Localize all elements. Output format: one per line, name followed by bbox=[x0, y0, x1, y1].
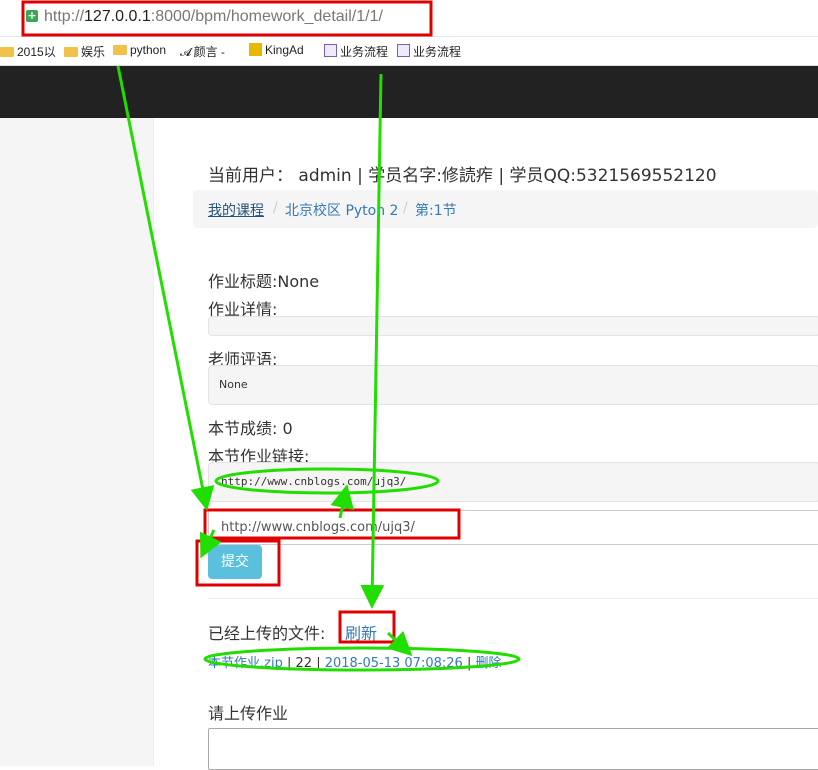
uploaded-file-size: 22 bbox=[295, 656, 313, 671]
bookmark-2015[interactable]: 2015以 bbox=[0, 43, 56, 60]
address-bar[interactable]: + http://127.0.0.1:8000/bpm/homework_det… bbox=[0, 0, 818, 37]
user-info: 当前用户： admin | 学员名字:修読痄 | 学员QQ:5321569552… bbox=[208, 166, 717, 186]
teacher-comment-value: None bbox=[219, 378, 248, 391]
folder-icon bbox=[64, 47, 78, 57]
bookmark-kingad[interactable]: KingAd bbox=[249, 43, 304, 57]
submit-button[interactable]: 提交 bbox=[208, 545, 262, 579]
bookmarks-bar: 2015以 娱乐 python 𝓐 颜言 - KingAd 业务流程 业务流程 bbox=[0, 37, 818, 66]
breadcrumb-lesson[interactable]: 第:1节 bbox=[415, 200, 457, 220]
bookmark-workflow-2[interactable]: 业务流程 bbox=[397, 43, 461, 60]
breadcrumb-separator: / bbox=[403, 200, 408, 216]
site-icon: 𝓐 bbox=[180, 45, 192, 59]
refresh-link[interactable]: 刷新 bbox=[345, 620, 377, 644]
teacher-comment-box: None bbox=[208, 365, 818, 405]
url-text[interactable]: http://127.0.0.1:8000/bpm/homework_detai… bbox=[44, 8, 383, 26]
kingad-icon bbox=[249, 43, 262, 56]
delete-link[interactable]: 删除 bbox=[475, 656, 501, 671]
bookmark-workflow-1[interactable]: 业务流程 bbox=[324, 43, 388, 60]
divider bbox=[208, 598, 818, 599]
breadcrumb-course[interactable]: 北京校区 Pyton 2 bbox=[285, 200, 398, 220]
lesson-score: 本节成绩: 0 bbox=[208, 419, 293, 438]
bookmark-python[interactable]: python bbox=[113, 43, 166, 57]
homework-link-input[interactable]: http://www.cnblogs.com/ujq3/ bbox=[208, 510, 818, 545]
page-icon bbox=[397, 44, 410, 57]
breadcrumb-separator: / bbox=[273, 200, 278, 216]
homework-link-value: http://www.cnblogs.com/ujq3/ bbox=[221, 475, 407, 488]
homework-title: 作业标题:None bbox=[208, 272, 320, 291]
breadcrumb: 我的课程 / 北京校区 Pyton 2 / 第:1节 bbox=[193, 190, 818, 228]
upload-dropzone[interactable] bbox=[208, 728, 818, 770]
homework-link-box: http://www.cnblogs.com/ujq3/ bbox=[208, 462, 818, 502]
uploaded-file-row: 本节作业.zip | 22 | 2018-05-13 07:08:26 | 删除 bbox=[208, 656, 502, 671]
bookmark-entertainment[interactable]: 娱乐 bbox=[64, 43, 105, 60]
homework-detail-box bbox=[208, 316, 818, 336]
arrow-refresh-to-file bbox=[386, 630, 413, 657]
sidebar bbox=[0, 118, 154, 766]
upload-prompt: 请上传作业 bbox=[208, 704, 289, 723]
uploaded-file-time: 2018-05-13 07:08:26 bbox=[324, 656, 463, 671]
breadcrumb-my-courses[interactable]: 我的课程 bbox=[208, 200, 264, 220]
folder-icon bbox=[113, 45, 127, 55]
secure-icon: + bbox=[26, 9, 38, 22]
bookmark-yanyan[interactable]: 𝓐 颜言 - bbox=[180, 43, 225, 60]
top-navbar bbox=[0, 66, 818, 118]
folder-icon bbox=[0, 47, 14, 57]
uploaded-files-label: 已经上传的文件: bbox=[208, 624, 326, 643]
page-icon bbox=[324, 44, 337, 57]
uploaded-file-name[interactable]: 本节作业.zip bbox=[208, 656, 283, 671]
